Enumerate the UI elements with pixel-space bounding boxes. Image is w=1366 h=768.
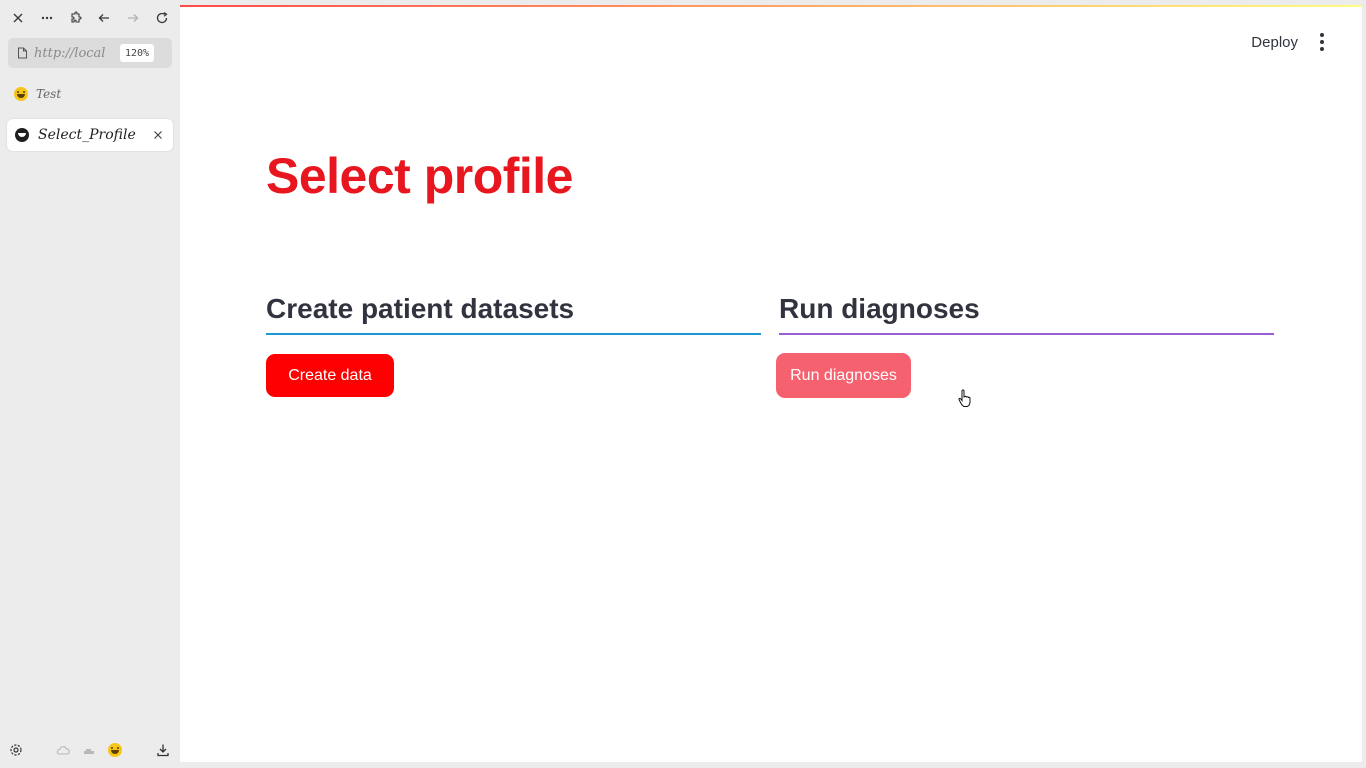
settings-icon[interactable] [9,743,23,757]
app-content: Deploy Select profile Create patient dat… [180,5,1362,762]
arrow-left-icon[interactable] [94,8,114,28]
zoom-level[interactable]: 120% [120,44,155,62]
reload-icon[interactable] [152,8,172,28]
address-bar[interactable]: http://local 120% [8,38,172,68]
browser-sidebar: http://local 120% Test Select_Profile [0,0,180,768]
page-title: Select profile [266,148,574,204]
kebab-dot [1320,47,1324,51]
cloud-icon[interactable] [56,743,70,757]
bookmark-item[interactable]: Test [14,87,61,101]
run-diagnoses-button[interactable]: Run diagnoses [776,353,911,398]
column-run-diagnoses: Run diagnoses [779,293,1274,335]
header-decoration [180,5,1362,7]
kebab-dot [1320,33,1324,37]
url-text[interactable]: http://local [34,46,114,61]
create-data-button[interactable]: Create data [266,354,394,397]
smiley-icon [14,87,28,101]
tab-select-profile[interactable]: Select_Profile [7,119,173,151]
cloud-icon[interactable] [82,743,96,757]
column-create-patient-datasets: Create patient datasets [266,293,761,335]
smiley-icon[interactable] [108,743,122,757]
section-heading: Run diagnoses [779,293,980,324]
section-divider [779,333,1274,335]
app-header: Deploy [1251,33,1324,51]
deploy-button[interactable]: Deploy [1251,34,1298,51]
close-tab-icon[interactable] [148,130,168,140]
download-icon[interactable] [156,743,170,757]
arrow-right-icon[interactable] [123,8,143,28]
kebab-menu-icon[interactable] [1320,33,1324,51]
kebab-dot [1320,40,1324,44]
streamlit-icon [15,128,29,142]
tab-label: Select_Profile [38,127,136,143]
bookmark-label: Test [36,87,62,101]
puzzle-icon[interactable] [66,8,86,28]
section-heading: Create patient datasets [266,293,575,324]
hand-cursor-icon [958,389,971,407]
section-divider [266,333,761,335]
sidebar-bottom-bar [9,742,170,758]
more-icon[interactable] [37,8,57,28]
page-icon [17,47,28,59]
close-icon[interactable] [8,8,28,28]
browser-toolbar [8,8,172,28]
